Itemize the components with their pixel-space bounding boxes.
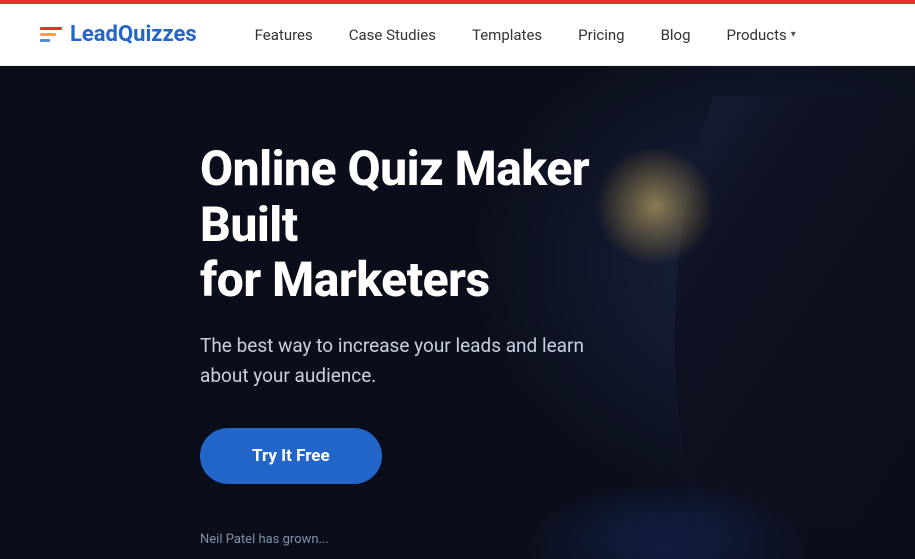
nav-item-features: Features: [237, 4, 331, 66]
logo-brand2: Quizzes: [118, 22, 197, 47]
nav-item-case-studies: Case Studies: [331, 4, 454, 66]
nav-link-blog[interactable]: Blog: [643, 4, 709, 66]
logo[interactable]: LeadQuizzes: [40, 22, 197, 47]
logo-brand: Lead: [70, 22, 118, 47]
nav-link-templates[interactable]: Templates: [454, 4, 560, 66]
nav-link-pricing[interactable]: Pricing: [560, 4, 642, 66]
nav-link-products[interactable]: Products ▾: [709, 4, 814, 66]
logo-text: LeadQuizzes: [70, 22, 197, 47]
hero-bottom-hint: Neil Patel has grown...: [200, 532, 329, 547]
hero-title-line2: for Marketers: [200, 251, 490, 308]
navbar: LeadQuizzes Features Case Studies Templa…: [0, 4, 915, 66]
hero-title-line1: Online Quiz Maker Built: [200, 140, 589, 252]
logo-icon: [40, 27, 62, 42]
hero-section: Online Quiz Maker Built for Marketers Th…: [0, 66, 915, 559]
hero-content: Online Quiz Maker Built for Marketers Th…: [0, 141, 600, 483]
cta-button[interactable]: Try It Free: [200, 428, 382, 484]
nav-item-products: Products ▾: [709, 4, 814, 66]
hero-title: Online Quiz Maker Built for Marketers: [200, 141, 600, 307]
nav-links: Features Case Studies Templates Pricing …: [237, 4, 814, 66]
nav-item-blog: Blog: [643, 4, 709, 66]
bokeh-light: [595, 146, 715, 266]
nav-item-templates: Templates: [454, 4, 560, 66]
hero-gradient-overlay: [0, 499, 915, 559]
chevron-down-icon: ▾: [791, 4, 796, 66]
nav-item-pricing: Pricing: [560, 4, 642, 66]
nav-link-features[interactable]: Features: [237, 4, 331, 66]
hero-subtitle: The best way to increase your leads and …: [200, 331, 600, 392]
nav-link-case-studies[interactable]: Case Studies: [331, 4, 454, 66]
